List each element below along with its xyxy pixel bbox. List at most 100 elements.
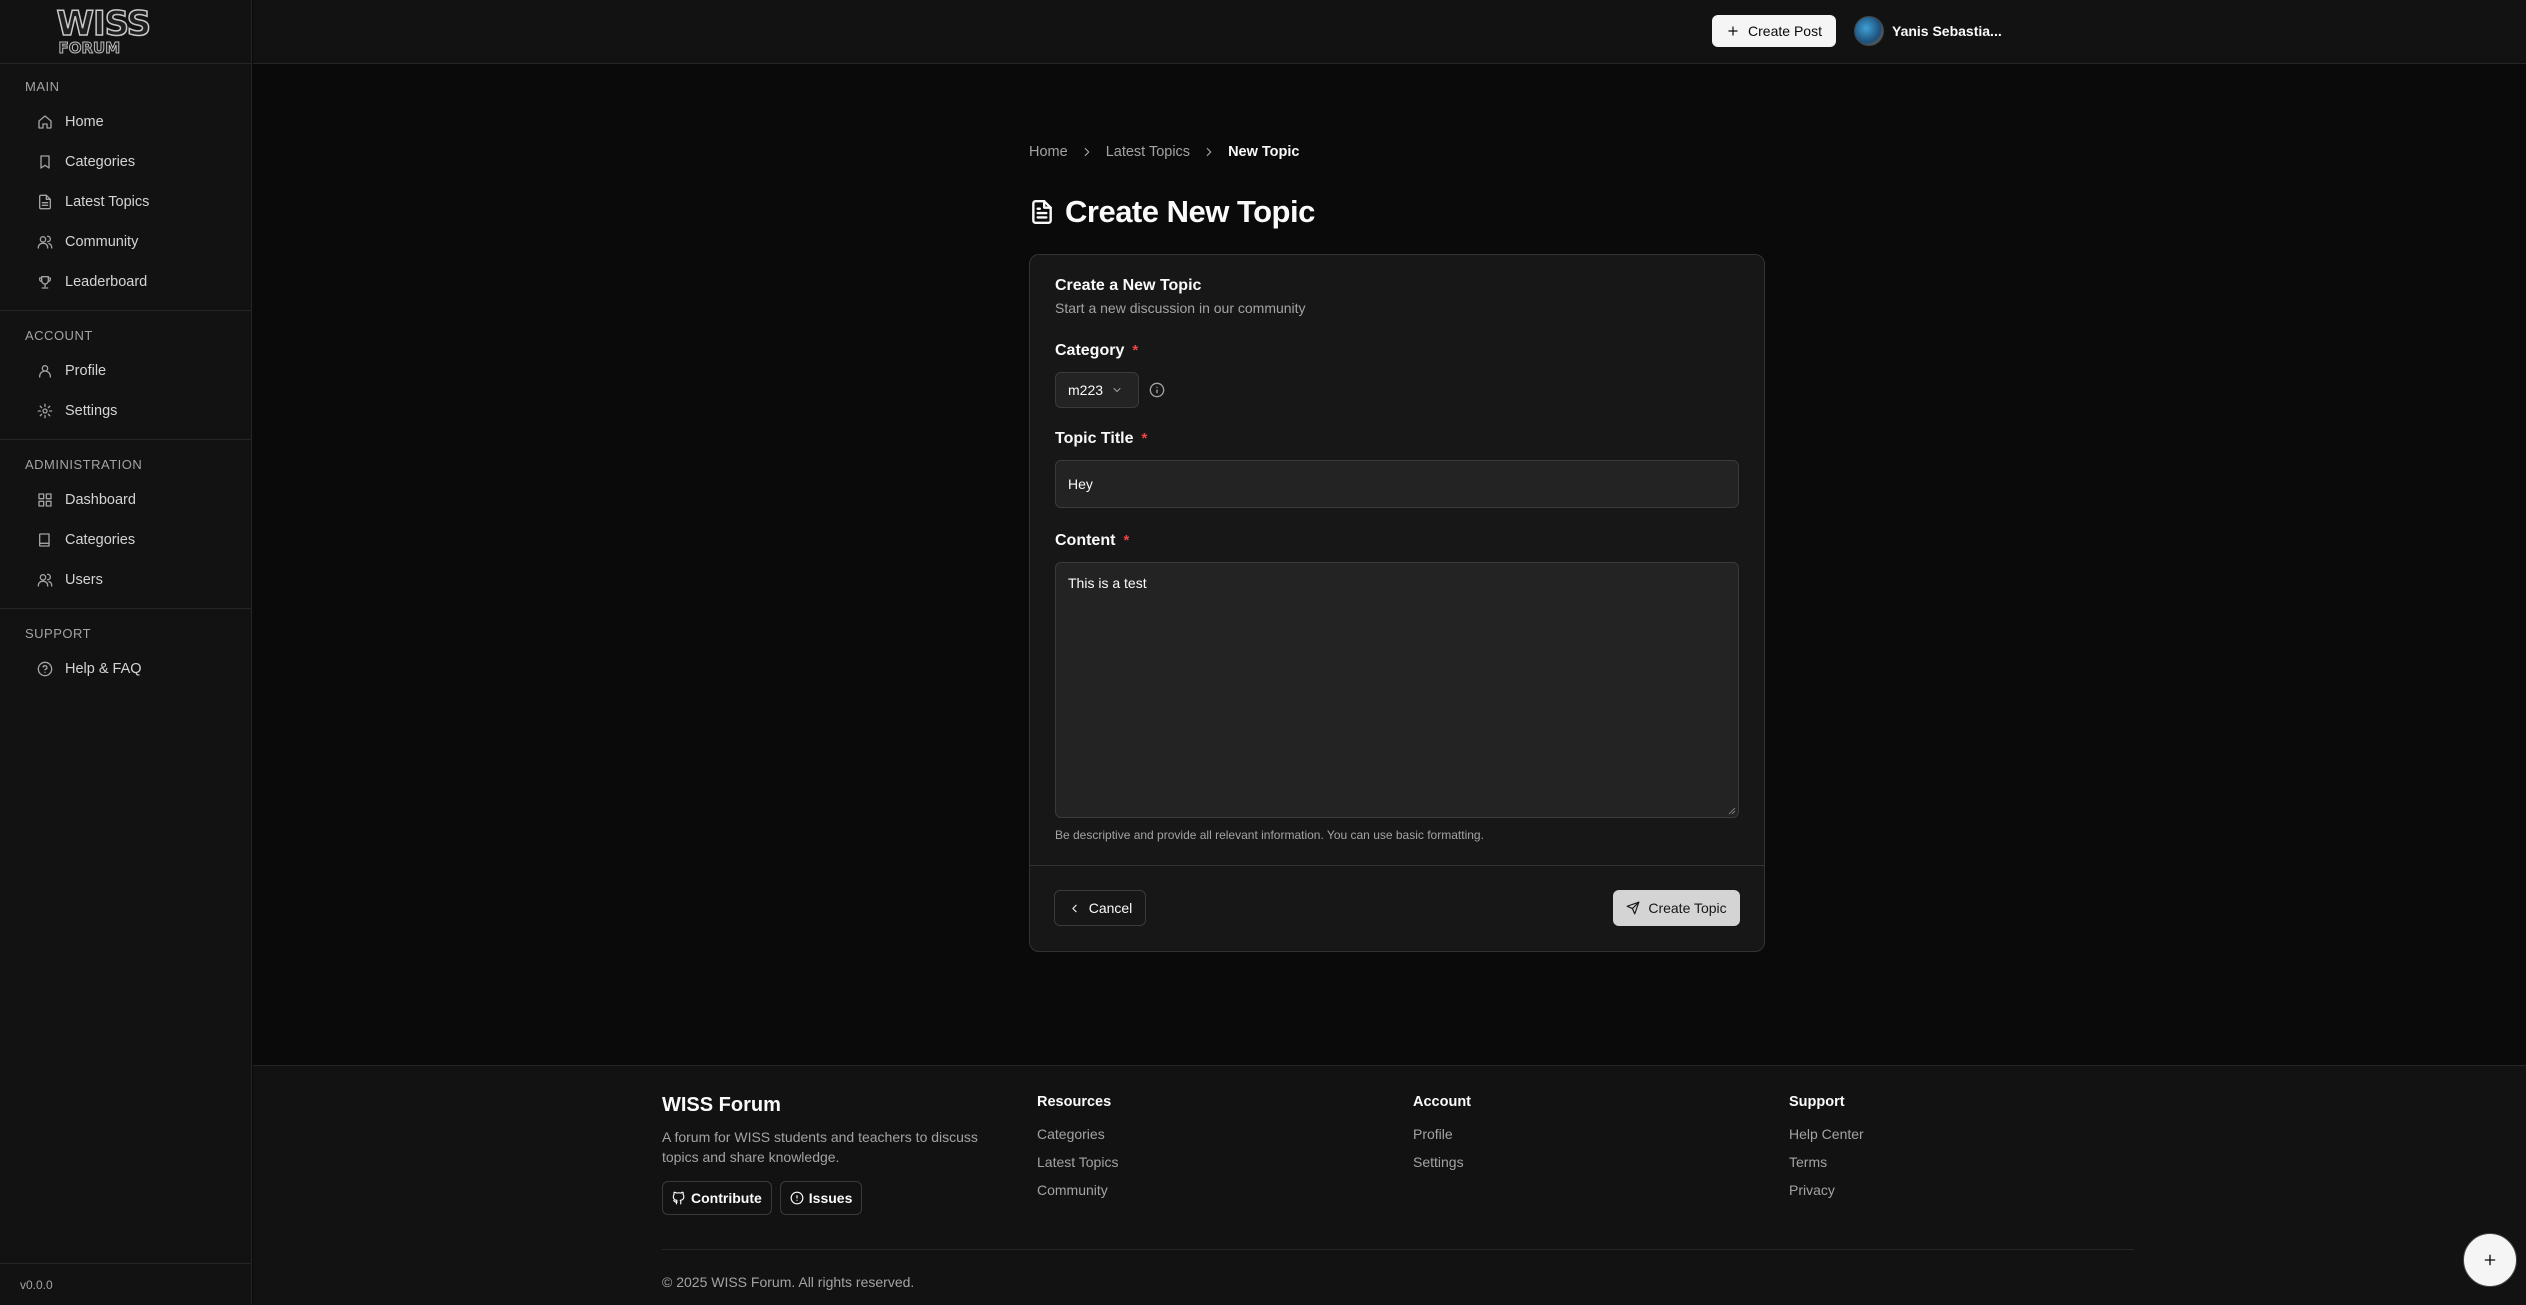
footer-heading: Support [1789,1094,1845,1110]
cancel-button[interactable]: Cancel [1054,890,1146,926]
sidebar: WISS FORUM MAIN Home Categories Latest T… [0,0,252,1305]
card-header: Create a New Topic Start a new discussio… [1030,255,1764,842]
logo[interactable]: WISS FORUM [53,5,152,58]
breadcrumb: Home Latest Topics New Topic [1029,140,1765,164]
github-icon [672,1191,686,1205]
topic-title-input[interactable]: Hey [1055,460,1739,508]
issues-label: Issues [808,1190,853,1206]
chevron-left-icon [1068,902,1081,915]
topic-title-label-text: Topic Title [1055,430,1134,447]
content-label-text: Content [1055,532,1116,549]
sidebar-item-leaderboard[interactable]: Leaderboard [0,262,251,302]
avatar [1854,16,1884,46]
nav-section-support: SUPPORT Help & FAQ [0,609,251,697]
footer-buttons: Contribute Issues [662,1181,992,1215]
grid-icon [37,492,53,508]
home-icon [37,114,53,130]
send-icon [1626,901,1640,915]
sidebar-item-label: Help & FAQ [65,661,142,677]
user-menu[interactable]: Yanis Sebastia... [1854,14,2002,48]
content-textarea-value: This is a test [1068,575,1147,591]
sidebar-item-community[interactable]: Community [0,222,251,262]
sidebar-item-label: Leaderboard [65,274,148,290]
sidebar-item-admin-categories[interactable]: Categories [0,520,251,560]
create-post-button[interactable]: Create Post [1712,15,1836,47]
resize-handle[interactable] [1728,807,1736,815]
footer-link[interactable]: Help Center [1789,1120,1989,1148]
info-icon[interactable] [1149,382,1165,398]
title-field: Topic Title * Hey [1055,430,1739,508]
file-text-icon [1029,199,1055,225]
sidebar-item-dashboard[interactable]: Dashboard [0,480,251,520]
nav-section-main: MAIN Home Categories Latest Topics Commu… [0,64,251,311]
breadcrumb-current: New Topic [1228,144,1300,160]
gear-icon [37,403,53,419]
footer-link[interactable]: Community [1037,1176,1237,1204]
card-subtitle: Start a new discussion in our community [1055,300,1306,316]
required-marker: * [1132,342,1139,359]
sidebar-item-label: Profile [65,363,107,379]
sidebar-item-profile[interactable]: Profile [0,351,251,391]
sidebar-item-label: Settings [65,403,118,419]
sidebar-item-label: Community [65,234,139,250]
category-label: Category * [1055,342,1739,360]
content-hint: Be descriptive and provide all relevant … [1055,828,1484,842]
sidebar-item-help[interactable]: Help & FAQ [0,649,251,689]
required-marker: * [1123,532,1130,549]
content-field: Content * This is a test Be descriptive … [1055,532,1739,842]
footer-heading: Resources [1037,1094,1112,1110]
top-header: Create Post Yanis Sebastia... [253,0,2526,64]
chevron-down-icon [1111,384,1123,396]
breadcrumb-home[interactable]: Home [1029,144,1068,160]
nav-heading: SUPPORT [25,626,92,641]
sidebar-item-label: Categories [65,532,136,548]
logo-area: WISS FORUM [0,0,251,64]
sidebar-item-latest-topics[interactable]: Latest Topics [0,182,251,222]
sidebar-item-users[interactable]: Users [0,560,251,600]
required-marker: * [1141,430,1148,447]
sidebar-item-label: Users [65,572,103,588]
category-row: m223 [1055,372,1739,408]
footer-link[interactable]: Privacy [1789,1176,1989,1204]
footer-brand: WISS Forum A forum for WISS students and… [662,1094,992,1215]
category-select[interactable]: m223 [1055,372,1139,408]
plus-icon [2482,1252,2498,1268]
book-icon [37,532,53,548]
footer-link[interactable]: Latest Topics [1037,1148,1237,1176]
content-label: Content * [1055,532,1739,550]
alert-circle-icon [790,1191,804,1205]
footer-link[interactable]: Categories [1037,1120,1237,1148]
trophy-icon [37,274,53,290]
card-title: Create a New Topic [1055,277,1202,294]
breadcrumb-latest-topics[interactable]: Latest Topics [1106,144,1190,160]
users-icon [37,572,53,588]
contribute-label: Contribute [691,1190,762,1206]
sidebar-item-categories[interactable]: Categories [0,142,251,182]
chevron-right-icon [1080,145,1094,159]
category-label-text: Category [1055,342,1125,359]
issues-button[interactable]: Issues [779,1181,863,1215]
plus-icon [1726,24,1740,38]
content-textarea[interactable]: This is a test [1055,562,1739,818]
contribute-button[interactable]: Contribute [662,1181,772,1215]
page-heading: Create New Topic [1065,194,1315,229]
user-icon [37,363,53,379]
footer-link[interactable]: Settings [1413,1148,1613,1176]
site-footer: WISS Forum A forum for WISS students and… [253,1065,2526,1305]
footer-heading: Account [1413,1094,1471,1110]
version-label: v0.0.0 [0,1263,252,1305]
footer-account: Account Profile Settings [1413,1094,1613,1176]
create-topic-button[interactable]: Create Topic [1613,890,1740,926]
footer-link[interactable]: Terms [1789,1148,1989,1176]
create-topic-form: Create a New Topic Start a new discussio… [1029,254,1765,952]
sidebar-item-home[interactable]: Home [0,102,251,142]
footer-link[interactable]: Profile [1413,1120,1613,1148]
footer-resources: Resources Categories Latest Topics Commu… [1037,1094,1237,1204]
sidebar-item-label: Categories [65,154,136,170]
floating-add-button[interactable] [2463,1233,2517,1287]
sidebar-item-settings[interactable]: Settings [0,391,251,431]
nav-heading: ADMINISTRATION [25,457,143,472]
help-circle-icon [37,661,53,677]
file-icon [37,194,53,210]
footer-inner: WISS Forum A forum for WISS students and… [662,1066,2134,1305]
